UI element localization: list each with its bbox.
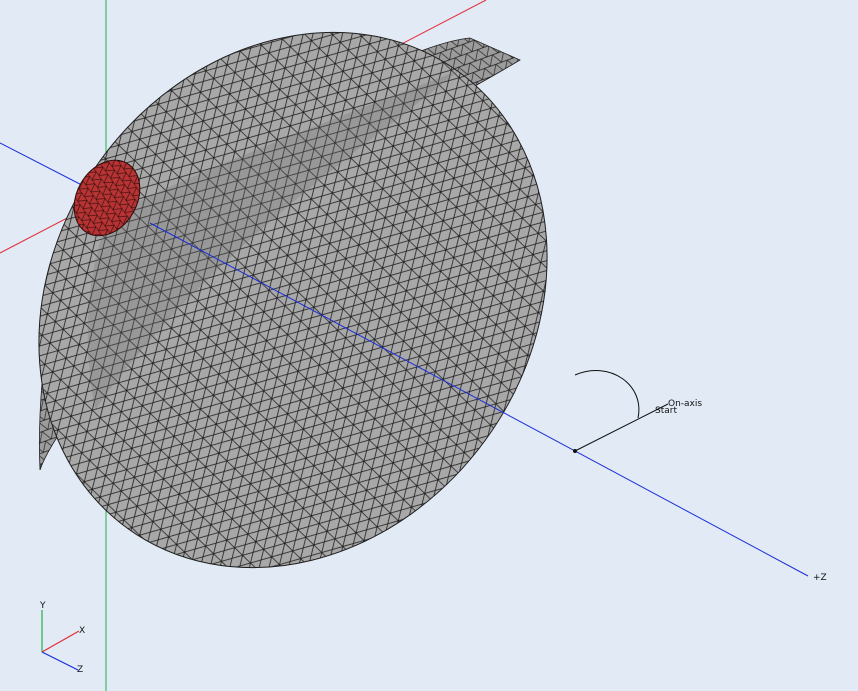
onaxis-label: On-axis: [668, 399, 702, 409]
triad-x-label: X: [79, 626, 85, 636]
scene-canvas[interactable]: +Z Start On-axis Y X Z: [0, 0, 858, 691]
z-axis-label: +Z: [813, 573, 827, 583]
triad-x-axis: [41, 630, 80, 653]
onaxis-arc: [574, 370, 640, 419]
horn-mesh[interactable]: [0, 0, 651, 668]
orientation-triad: Y X Z: [39, 601, 85, 675]
triad-y-label: Y: [39, 601, 46, 611]
triad-z-label: Z: [77, 665, 83, 675]
onaxis-origin-point: [573, 449, 577, 453]
triad-z-axis: [41, 651, 79, 671]
3d-viewport[interactable]: +Z Start On-axis Y X Z: [0, 0, 858, 691]
onaxis-annotation[interactable]: Start On-axis: [573, 370, 702, 453]
